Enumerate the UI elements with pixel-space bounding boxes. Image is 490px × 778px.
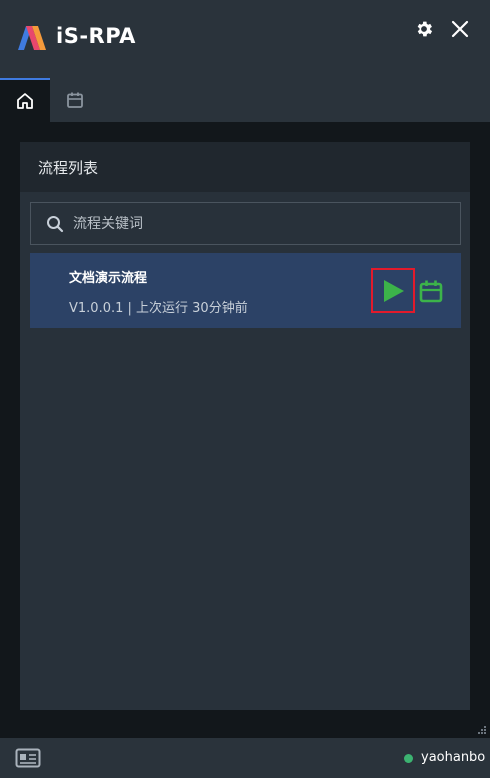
tab-bar (0, 78, 490, 122)
flow-name: 文档演示流程 (69, 271, 148, 286)
app-window: iS-RPA 流程列表 流程关键词 文档演示流程 V1.0.0.1 | 上次运行… (0, 0, 490, 778)
title-bar: iS-RPA (0, 0, 490, 78)
flow-list-panel: 流程列表 文档演示流程 V1.0.0.1 | 上次运行 30分钟前 (20, 142, 470, 710)
schedule-flow-calendar-icon[interactable] (419, 279, 443, 303)
gear-icon (417, 21, 433, 37)
search-box[interactable] (30, 202, 461, 245)
run-flow-button[interactable] (371, 268, 415, 313)
content-area: 流程列表 文档演示流程 V1.0.0.1 | 上次运行 30分钟前 (0, 122, 490, 738)
app-logo-icon (18, 26, 46, 50)
app-title: iS-RPA (56, 24, 136, 48)
tab-home[interactable] (0, 78, 50, 122)
calendar-icon (67, 92, 83, 108)
play-icon (384, 279, 404, 302)
close-button[interactable] (447, 16, 473, 42)
panel-title: 流程列表 (20, 142, 470, 192)
flow-meta: V1.0.0.1 | 上次运行 30分钟前 (69, 301, 248, 316)
search-icon (47, 215, 64, 232)
home-icon (17, 93, 33, 109)
resize-grip-icon[interactable] (477, 725, 487, 735)
tab-schedule[interactable] (52, 78, 98, 122)
search-input[interactable] (73, 215, 460, 232)
id-card-icon[interactable] (15, 748, 41, 768)
online-status-dot (404, 754, 413, 763)
username-label: yaohanbo (421, 750, 486, 765)
close-icon (451, 20, 469, 38)
flow-list-item[interactable]: 文档演示流程 V1.0.0.1 | 上次运行 30分钟前 (30, 253, 461, 328)
settings-button[interactable] (411, 16, 437, 42)
status-bar: yaohanbo (0, 738, 490, 778)
